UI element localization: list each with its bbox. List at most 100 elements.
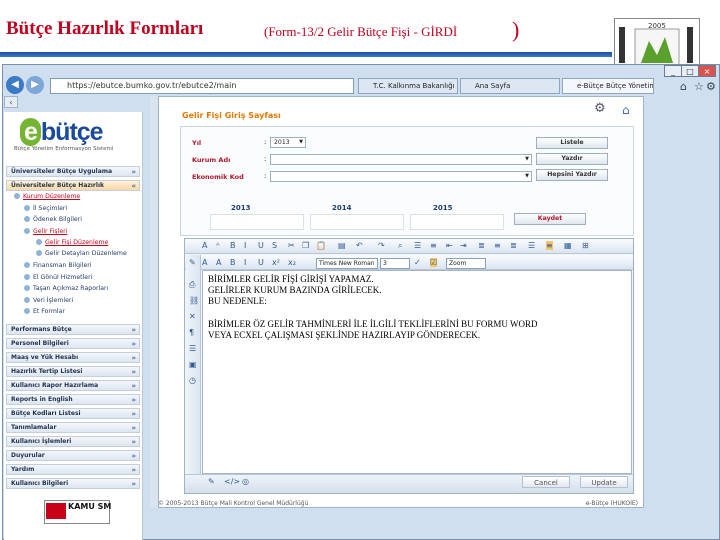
back-arrow-icon[interactable]: ◀ [6,76,24,94]
paste-text-icon[interactable]: ▤ [338,241,346,250]
cut-icon[interactable]: ✂ [288,241,295,250]
edit-icon[interactable]: ✎ [189,258,196,267]
italic-text-icon[interactable]: I [244,258,246,267]
preview-icon[interactable]: ◎ [242,477,249,486]
format-icon[interactable]: ᴬ [216,241,219,250]
menu-section-personel[interactable]: Personel Bilgileri» [6,338,140,349]
font-style-icon[interactable]: A [202,241,207,250]
font-name-select[interactable]: Times New Roman [316,258,378,269]
numbered-list-icon[interactable]: ≡ [430,241,437,250]
unlink-icon[interactable]: ✕ [189,312,196,321]
highlight-icon[interactable]: ≡ [546,241,553,250]
html-mode-icon[interactable]: </> [224,477,240,486]
design-mode-icon[interactable]: ✎ [208,477,215,486]
menu-section-rapor[interactable]: Kullanıcı Rapor Hazırlama» [6,380,140,391]
footer-bar: © 2005-2013 Bütçe Mali Kontrol Genel Müd… [158,500,644,512]
paragraph-icon[interactable]: ¶ [189,328,194,337]
amount-input-2013[interactable] [210,214,304,230]
menu-section-butce-kodlari[interactable]: Bütçe Kodları Listesi» [6,408,140,419]
address-bar[interactable]: https://ebutce.bumko.gov.tr/ebutce2/main [50,78,354,94]
update-button[interactable]: Update [580,476,628,488]
indent-icon[interactable]: ⇥ [460,241,467,250]
align-left-icon[interactable]: ≣ [478,241,485,250]
menu-item-tasan-raporlari[interactable]: Taşan Açıkmaz Raporları [24,285,108,292]
menu-section-tertip[interactable]: Hazırlık Tertip Listesi» [6,366,140,377]
outdent-icon[interactable]: ⇤ [446,241,453,250]
undo-icon[interactable]: ↶ [356,241,363,250]
print-icon[interactable]: ⎙ [189,280,195,290]
back-color-icon[interactable]: A [216,258,221,267]
print-all-button[interactable]: Hepsini Yazdır [536,169,608,181]
economic-code-select[interactable]: ▼ [270,171,532,182]
zoom-select[interactable]: Zoom [446,258,486,269]
menu-section-kullanici-islemleri[interactable]: Kullanıcı İşlemleri» [6,436,140,447]
menu-section-kullanici-bilgileri[interactable]: Kullanıcı Bilgileri» [6,478,140,489]
browser-tab-1[interactable]: T.C. Kalkınma Bakanlığı | ... [358,78,458,94]
menu-section-maas[interactable]: Maaş ve Yük Hesabı» [6,352,140,363]
menu-item-veri-islemleri[interactable]: Veri İşlemleri [24,297,73,304]
favorites-star-icon[interactable]: ☆ [694,80,704,93]
year-select[interactable]: 2013 ▼ [270,137,306,148]
bullet-list-icon[interactable]: ☰ [414,241,421,250]
menu-item-gelir-detaylari[interactable]: Gelir Detayları Düzenleme [36,250,127,257]
underline-text-icon[interactable]: U [258,258,264,267]
menu-section-yardim[interactable]: Yardım» [6,464,140,475]
text-color-icon[interactable]: A [202,258,207,267]
copy-icon[interactable]: ❐ [302,241,309,250]
justify-icon[interactable]: ☰ [528,241,535,250]
menu-item-finansman[interactable]: Finansman Bilgileri [24,262,92,269]
font-size-select[interactable]: 3 [380,258,410,269]
spell-check-icon[interactable]: ✓ [414,258,421,267]
underline-icon[interactable]: U [258,241,264,250]
maximize-button[interactable]: □ [681,65,699,77]
image-icon[interactable]: ▣ [189,360,197,369]
menu-item-kurum-duzenleme[interactable]: Kurum Düzenleme [14,193,80,200]
clock-icon[interactable]: ◷ [189,376,196,385]
list-button[interactable]: Listele [536,137,608,149]
table-icon[interactable]: ▦ [564,241,572,250]
superscript-icon[interactable]: x² [272,258,280,267]
menu-item-gelir-fisleri[interactable]: Gelir Fişleri [24,228,67,235]
align-right-icon[interactable]: ≣ [510,241,517,250]
user-settings-icon[interactable]: ⚙ [594,101,606,116]
menu-section-butce-uygulama[interactable]: Üniversiteler Bütçe Uygulama» [6,166,140,177]
bold-text-icon[interactable]: B [230,258,236,267]
institution-select[interactable]: ▼ [270,154,532,165]
paste-icon[interactable]: 📋 [316,241,326,250]
forward-arrow-icon[interactable]: ▶ [26,76,44,94]
menu-section-tanimlamalar[interactable]: Tanımlamalar» [6,422,140,433]
browser-tab-3[interactable]: e-Bütçe Bütçe Yönetim... [562,78,654,94]
strike-icon[interactable]: S [272,241,277,250]
menu-section-duyurular[interactable]: Duyurular» [6,450,140,461]
home-icon[interactable]: ⌂ [680,80,687,93]
close-window-button[interactable]: × [698,65,716,77]
print-button[interactable]: Yazdır [536,153,608,165]
align-center-icon[interactable]: ≡ [494,241,501,250]
home-page-icon[interactable]: ⌂ [622,103,630,117]
select-icon[interactable]: ☑ [430,258,438,267]
insert-icon[interactable]: ⊞ [582,241,589,250]
menu-section-butce-hazirlik[interactable]: Üniversiteler Bütçe Hazırlık « [6,180,140,191]
menu-item-el-gonul[interactable]: El Gönül Hizmetleri [24,274,92,281]
menu-item-et-formlar[interactable]: Et Formlar [24,308,65,315]
amount-input-2015[interactable] [410,214,504,230]
italic-icon[interactable]: I [244,241,246,250]
menu-item-gelir-fisi-duzenleme[interactable]: Gelir Fişi Düzenleme [36,239,108,246]
menu-item-odenek-bilgileri[interactable]: Ödenek Bilgileri [24,216,82,223]
collapse-panel-icon[interactable]: ‹ [4,96,18,108]
menu-section-reports-english[interactable]: Reports in English» [6,394,140,405]
bold-icon[interactable]: B [230,241,236,250]
subscript-icon[interactable]: x₂ [288,258,296,267]
menu-item-il-secimleri[interactable]: İl Seçimleri [24,205,67,212]
minimize-button[interactable]: _ [664,65,682,77]
cancel-button[interactable]: Cancel [522,476,570,488]
menu-section-performans[interactable]: Performans Bütçe» [6,324,140,335]
amount-input-2014[interactable] [310,214,404,230]
list-icon[interactable]: ☰ [189,344,196,353]
save-button[interactable]: Kaydet [514,213,586,225]
tools-gear-icon[interactable]: ⚙ [706,80,716,93]
browser-tab-2[interactable]: Ana Sayfa [460,78,560,94]
find-icon[interactable]: ⌕ [398,241,402,251]
link-icon[interactable]: ⛓ [189,296,199,305]
redo-icon[interactable]: ↷ [378,241,385,250]
